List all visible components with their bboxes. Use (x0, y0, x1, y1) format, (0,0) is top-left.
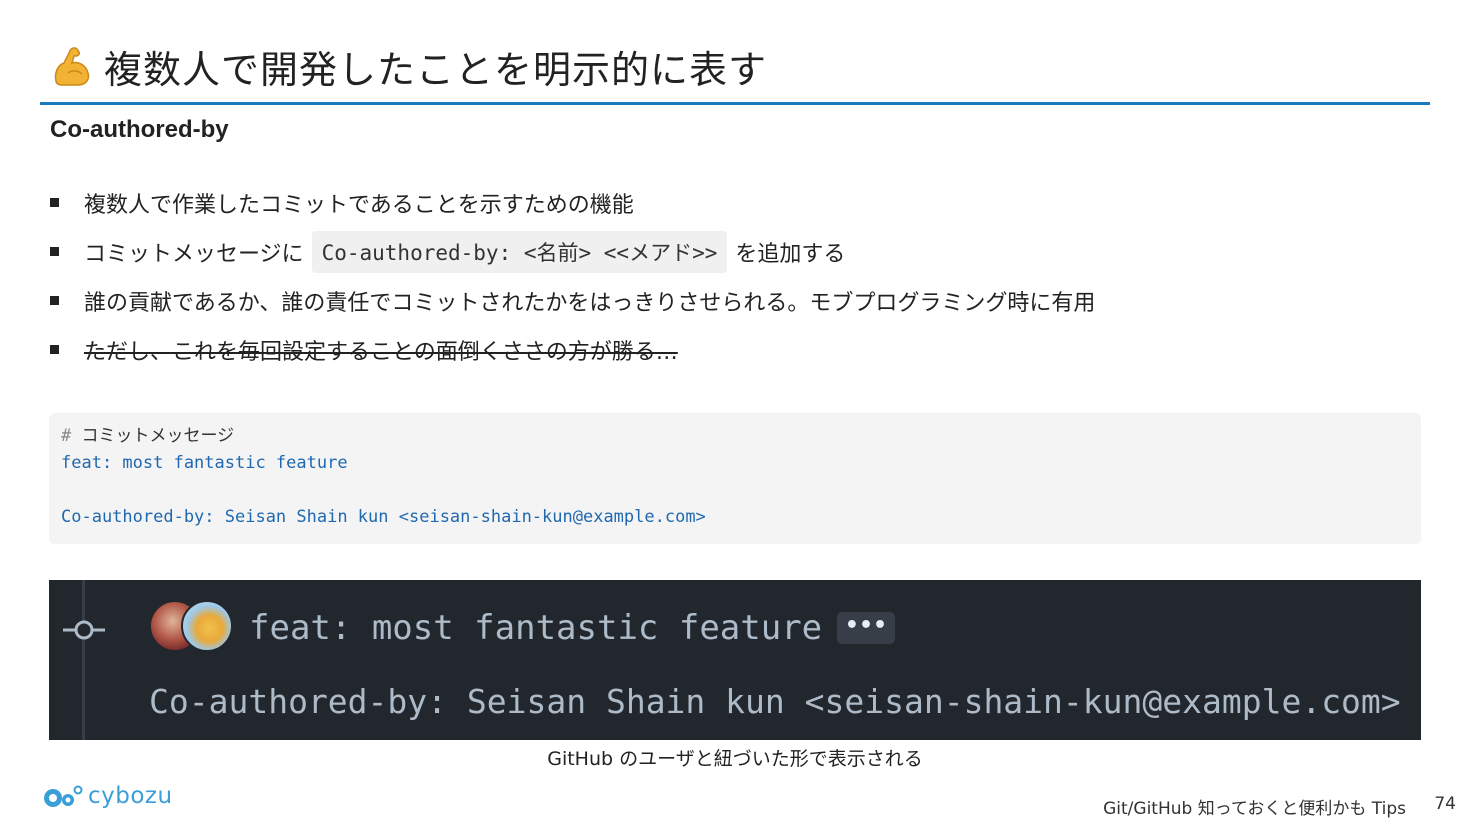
code-comment-line: # コミットメッセージ (61, 423, 1409, 450)
avatar[interactable] (181, 600, 233, 652)
bullet-text: コミットメッセージに (84, 241, 304, 267)
slide-title: 複数人で開発したことを明示的に表す (48, 38, 767, 94)
bullet-item: ただし、これを毎回設定することの面倒くささの方が勝る… (50, 325, 1095, 374)
bullet-text-strikethrough: ただし、これを毎回設定することの面倒くささの方が勝る… (84, 339, 678, 365)
bullet-item: 複数人で作業したコミットであることを示すための機能 (50, 178, 1095, 227)
title-divider (40, 102, 1430, 105)
bullet-square-icon (50, 296, 59, 305)
code-line: Co-authored-by: Seisan Shain kun <seisan… (61, 507, 706, 527)
flexed-biceps-icon (54, 47, 90, 86)
code-comment-text: コミットメッセージ (81, 426, 235, 446)
bullet-text: 誰の貢献であるか、誰の責任でコミットされたかをはっきりさせられる。モブプログラミ… (84, 290, 1096, 316)
bullet-square-icon (50, 345, 59, 354)
expand-ellipsis-button[interactable]: ••• (837, 612, 895, 644)
git-commit-icon (63, 620, 105, 640)
bullet-item: コミットメッセージに Co-authored-by: <名前> <<メアド>> … (50, 227, 1095, 276)
github-commit-screenshot: feat: most fantastic feature ••• Co-auth… (49, 580, 1421, 740)
bullet-text: 複数人で作業したコミットであることを示すための機能 (84, 192, 634, 218)
title-text: 複数人で開発したことを明示的に表す (104, 47, 768, 92)
code-block: # コミットメッセージ feat: most fantastic feature… (49, 413, 1421, 544)
slide: 複数人で開発したことを明示的に表す Co-authored-by 複数人で作業し… (0, 0, 1470, 828)
bullet-square-icon (50, 247, 59, 256)
code-comment-mark: # (61, 426, 72, 446)
inline-code: Co-authored-by: <名前> <<メアド>> (311, 230, 728, 273)
commit-coauthor-line: Co-authored-by: Seisan Shain kun <seisan… (149, 682, 1401, 721)
bullet-list: 複数人で作業したコミットであることを示すための機能 コミットメッセージに Co-… (50, 178, 1095, 374)
logo-text: cybozu (88, 783, 173, 809)
bullet-item: 誰の貢献であるか、誰の責任でコミットされたかをはっきりさせられる。モブプログラミ… (50, 276, 1095, 325)
cybozu-logo-icon (44, 785, 83, 807)
bullet-text: を追加する (735, 241, 846, 267)
section-heading: Co-authored-by (50, 116, 229, 143)
code-line: feat: most fantastic feature (61, 453, 348, 473)
timeline-line (82, 580, 85, 740)
bullet-square-icon (50, 198, 59, 207)
cybozu-logo: cybozu (42, 782, 173, 810)
commit-title[interactable]: feat: most fantastic feature (249, 608, 822, 648)
page-number: 74 (1434, 794, 1456, 814)
deck-title: Git/GitHub 知っておくと便利かも Tips (1103, 799, 1406, 819)
image-caption: GitHub のユーザと紐づいた形で表示される (547, 748, 923, 770)
